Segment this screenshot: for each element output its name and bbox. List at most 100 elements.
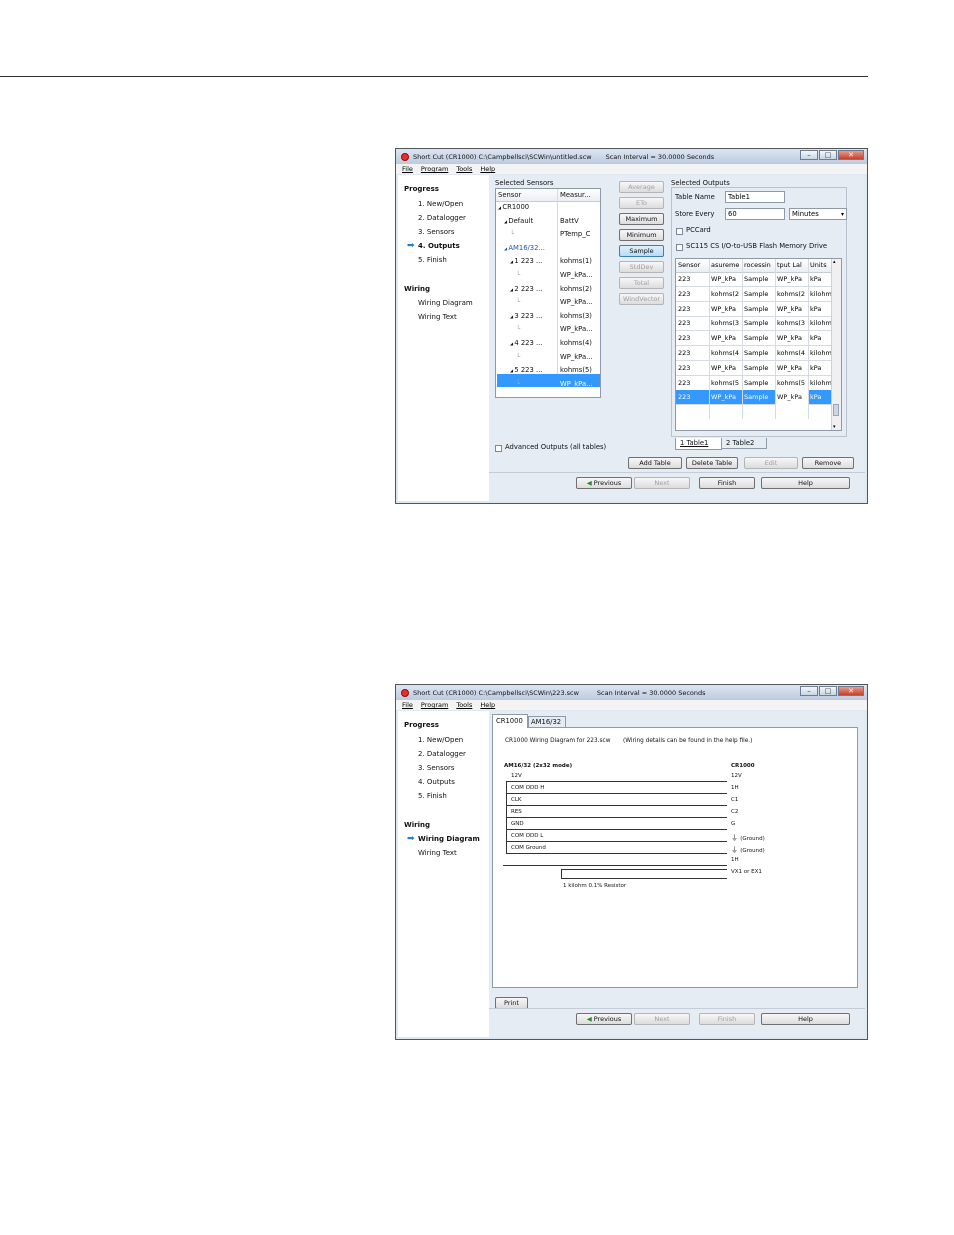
tree-node-name[interactable]: ◢ CR1000: [498, 203, 529, 211]
tree-node-measurement[interactable]: WP_kPa...: [560, 325, 593, 333]
tree-node-measurement[interactable]: BattV: [560, 217, 579, 225]
outputs-cell[interactable]: kohms(3: [777, 316, 807, 331]
interval-unit-select[interactable]: Minutes ▾: [789, 208, 847, 220]
outputs-cell[interactable]: Sample: [744, 390, 774, 405]
outputs-cell[interactable]: 223: [678, 346, 708, 361]
outputs-cell[interactable]: 223: [678, 316, 708, 331]
outputs-cell[interactable]: Sample: [744, 331, 774, 346]
add-table-button[interactable]: Add Table: [628, 457, 682, 469]
tree-node-measurement[interactable]: kohms(5): [560, 366, 592, 374]
outputs-cell[interactable]: kPa: [810, 331, 832, 346]
menu-help[interactable]: Help: [480, 165, 495, 173]
outputs-cell[interactable]: WP_kPa: [777, 331, 807, 346]
nav-step-finish[interactable]: 5. Finish: [418, 792, 447, 800]
close-icon[interactable]: ✕: [838, 150, 864, 160]
menu-help[interactable]: Help: [480, 701, 495, 709]
outputs-scrollbar[interactable]: ▴ ▾: [831, 259, 841, 430]
outputs-cell[interactable]: kPa: [810, 272, 832, 287]
nav-step-sensors[interactable]: 3. Sensors: [418, 228, 455, 236]
outputs-cell[interactable]: kohms(2: [777, 287, 807, 302]
outputs-cell[interactable]: kilohm: [810, 346, 832, 361]
outputs-cell[interactable]: 223: [678, 331, 708, 346]
nav-wiring-diagram[interactable]: Wiring Diagram: [418, 299, 473, 307]
nav-step-datalogger[interactable]: 2. Datalogger: [418, 750, 466, 758]
nav-step-datalogger[interactable]: 2. Datalogger: [418, 214, 466, 222]
tree-node-measurement[interactable]: WP_kPa...: [560, 353, 593, 361]
outputs-col-header[interactable]: rocessin: [744, 259, 774, 273]
menu-file[interactable]: File: [402, 701, 413, 709]
outputs-cell[interactable]: WP_kPa: [777, 302, 807, 317]
nav-step-new-open[interactable]: 1. New/Open: [418, 200, 463, 208]
scroll-down-icon[interactable]: ▾: [833, 424, 836, 430]
tab-table2[interactable]: 2 Table2: [721, 438, 767, 449]
outputs-cell[interactable]: Sample: [744, 302, 774, 317]
previous-button[interactable]: ◀ Previous: [576, 477, 632, 489]
outputs-cell[interactable]: kohms(5: [777, 376, 807, 391]
finish-button[interactable]: Finish: [699, 477, 755, 489]
tree-node-measurement[interactable]: kohms(1): [560, 257, 592, 265]
pccard-checkbox[interactable]: [676, 228, 683, 235]
tab-table1[interactable]: 1 Table1: [675, 438, 722, 450]
outputs-col-header[interactable]: asureme: [711, 259, 741, 273]
maximize-icon[interactable]: □: [819, 150, 837, 160]
outputs-cell[interactable]: kohms(4: [711, 346, 741, 361]
tree-node-measurement[interactable]: WP_kPa...: [560, 380, 593, 388]
advanced-outputs-checkbox[interactable]: [495, 445, 502, 452]
windvector-button[interactable]: WindVector: [619, 293, 664, 305]
tree-node-measurement[interactable]: kohms(2): [560, 285, 592, 293]
remove-button[interactable]: Remove: [802, 457, 854, 469]
tree-node-name[interactable]: ◢ AM16/32...: [504, 244, 545, 252]
outputs-cell[interactable]: 223: [678, 287, 708, 302]
outputs-cell[interactable]: Sample: [744, 361, 774, 376]
nav-step-outputs[interactable]: 4. Outputs: [418, 778, 455, 786]
nav-wiring-diagram[interactable]: Wiring Diagram: [418, 835, 480, 843]
tree-node-measurement[interactable]: WP_kPa...: [560, 298, 593, 306]
tree-node-measurement[interactable]: WP_kPa...: [560, 271, 593, 279]
menu-file[interactable]: File: [402, 165, 413, 173]
tree-node-measurement[interactable]: PTemp_C: [560, 230, 590, 238]
outputs-cell[interactable]: kohms(3: [711, 316, 741, 331]
outputs-cell[interactable]: Sample: [744, 287, 774, 302]
eto-button[interactable]: ETo: [619, 197, 664, 209]
tree-node-measurement[interactable]: kohms(3): [560, 312, 592, 320]
total-button[interactable]: Total: [619, 277, 664, 289]
sensors-col-measurement[interactable]: Measur...: [560, 191, 591, 199]
outputs-cell[interactable]: kilohm: [810, 316, 832, 331]
menu-tools[interactable]: Tools: [456, 165, 472, 173]
outputs-cell[interactable]: kohms(5: [711, 376, 741, 391]
outputs-cell[interactable]: WP_kPa: [777, 361, 807, 376]
tree-node-name[interactable]: ◢ 4 223 ...: [510, 339, 542, 347]
maximum-button[interactable]: Maximum: [619, 213, 664, 225]
outputs-cell[interactable]: 223: [678, 361, 708, 376]
outputs-cell[interactable]: Sample: [744, 316, 774, 331]
outputs-cell[interactable]: 223: [678, 272, 708, 287]
outputs-cell[interactable]: kPa: [810, 390, 832, 405]
outputs-cell[interactable]: 223: [678, 302, 708, 317]
outputs-cell[interactable]: kPa: [810, 361, 832, 376]
selected-sensors-tree[interactable]: Sensor Measur... ◢ CR1000 ◢ Default BattV └…: [495, 188, 601, 398]
outputs-cell[interactable]: WP_kPa: [711, 361, 741, 376]
nav-wiring-text[interactable]: Wiring Text: [418, 849, 457, 857]
outputs-cell[interactable]: WP_kPa: [711, 302, 741, 317]
nav-step-finish[interactable]: 5. Finish: [418, 256, 447, 264]
outputs-cell[interactable]: kPa: [810, 302, 832, 317]
outputs-cell[interactable]: Sample: [744, 376, 774, 391]
stddev-button[interactable]: StdDev: [619, 261, 664, 273]
minimize-icon[interactable]: –: [800, 150, 818, 160]
scrollbar-thumb[interactable]: [833, 404, 839, 416]
sensors-col-sensor[interactable]: Sensor: [498, 191, 521, 199]
next-button[interactable]: Next: [634, 477, 690, 489]
title-bar[interactable]: Short Cut (CR1000) C:\Campbellsci\SCWin\…: [396, 685, 867, 700]
tab-am1632[interactable]: AM16/32: [528, 716, 566, 727]
tree-node-name[interactable]: ◢ 2 223 ...: [510, 285, 542, 293]
outputs-cell[interactable]: WP_kPa: [711, 390, 741, 405]
help-button[interactable]: Help: [761, 477, 850, 489]
sc115-checkbox[interactable]: [676, 244, 683, 251]
close-icon[interactable]: ✕: [838, 686, 864, 696]
edit-button[interactable]: Edit: [744, 457, 798, 469]
outputs-cell[interactable]: kohms(4: [777, 346, 807, 361]
title-bar[interactable]: Short Cut (CR1000) C:\Campbellsci\SCWin\…: [396, 149, 867, 164]
previous-button[interactable]: ◀ Previous: [576, 1013, 632, 1025]
store-every-input[interactable]: 60: [725, 208, 785, 220]
delete-table-button[interactable]: Delete Table: [686, 457, 738, 469]
